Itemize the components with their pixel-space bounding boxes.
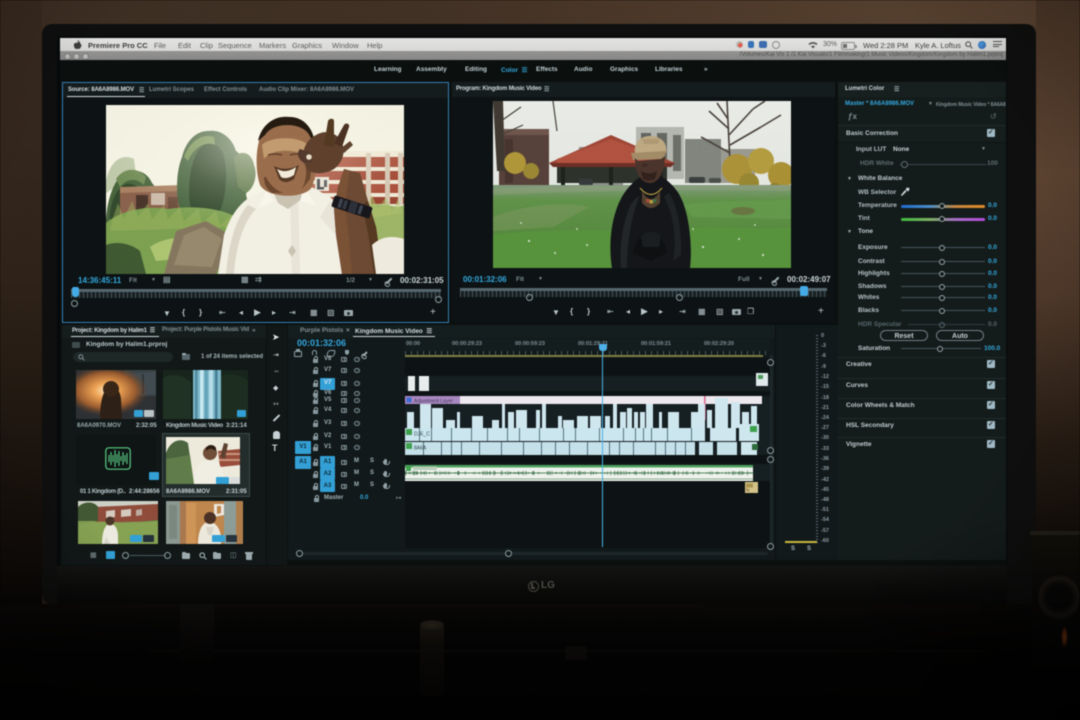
svg-text:DJE_C: DJE_C — [414, 432, 430, 438]
svg-text:8A6A: 8A6A — [414, 446, 427, 452]
svg-text:Adjustment Layer: Adjustment Layer — [414, 399, 453, 405]
